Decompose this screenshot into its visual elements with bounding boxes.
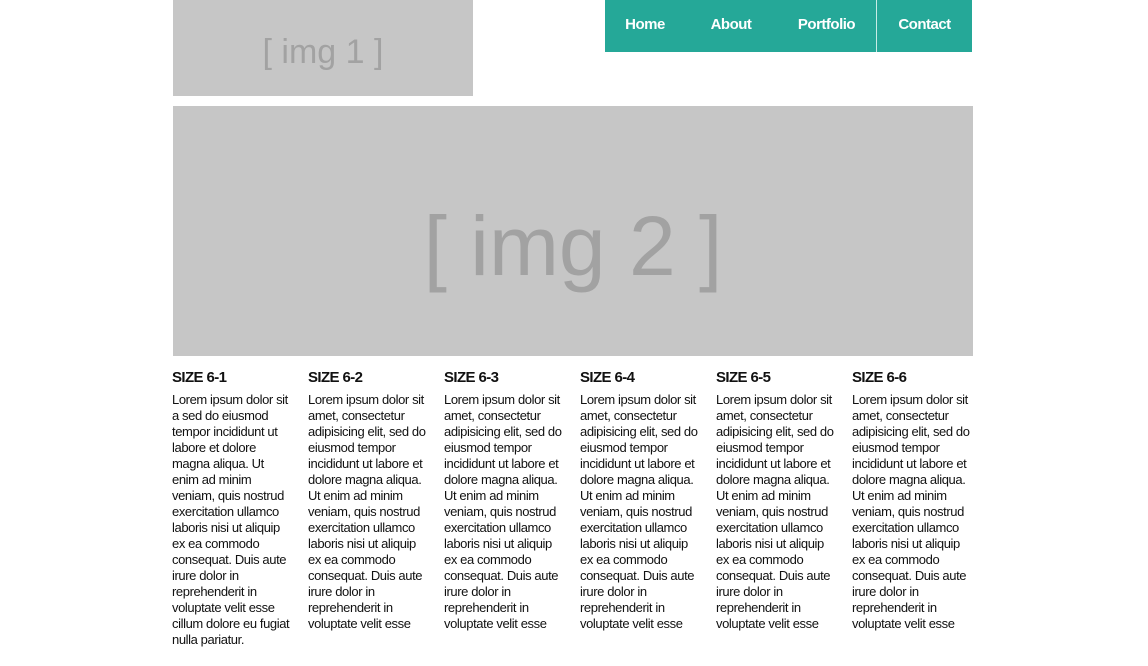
- nav-item-label: Home: [625, 15, 665, 33]
- hero-placeholder-label: [ img 2 ]: [423, 198, 723, 293]
- column-6-5: SIZE 6-5 Lorem ipsum dolor sit amet, con…: [716, 368, 836, 648]
- column-text: Lorem ipsum dolor sit amet, consectetur …: [716, 392, 834, 631]
- content-columns: SIZE 6-1 Lorem ipsum dolor sit a sed do …: [172, 368, 982, 648]
- logo-image-placeholder: [ img 1 ]: [173, 0, 473, 96]
- column-text: Lorem ipsum dolor sit a sed do eiusmod t…: [172, 392, 290, 647]
- column-6-4: SIZE 6-4 Lorem ipsum dolor sit amet, con…: [580, 368, 700, 648]
- nav-item-label: Portfolio: [797, 15, 856, 33]
- column-6-1: SIZE 6-1 Lorem ipsum dolor sit a sed do …: [172, 368, 292, 648]
- logo-placeholder-label: [ img 1 ]: [262, 32, 384, 71]
- column-text: Lorem ipsum dolor sit amet, consectetur …: [852, 392, 970, 631]
- nav-item-label: Contact: [898, 15, 951, 33]
- column-title: SIZE 6-3: [444, 369, 499, 386]
- column-title: SIZE 6-1: [172, 369, 227, 386]
- nav-item-contact[interactable]: Contact: [876, 0, 972, 52]
- column-6-6: SIZE 6-6 Lorem ipsum dolor sit amet, con…: [852, 368, 972, 648]
- column-text: Lorem ipsum dolor sit amet, consectetur …: [444, 392, 562, 631]
- column-title: SIZE 6-2: [308, 369, 363, 386]
- column-title: SIZE 6-4: [580, 369, 635, 386]
- column-6-2: SIZE 6-2 Lorem ipsum dolor sit amet, con…: [308, 368, 428, 648]
- nav-item-about[interactable]: About: [685, 0, 777, 52]
- column-text: Lorem ipsum dolor sit amet, consectetur …: [308, 392, 426, 631]
- nav-item-portfolio[interactable]: Portfolio: [777, 0, 876, 52]
- main-nav: Home About Portfolio Contact: [605, 0, 972, 52]
- column-title: SIZE 6-5: [716, 369, 771, 386]
- column-title: SIZE 6-6: [852, 369, 907, 386]
- column-6-3: SIZE 6-3 Lorem ipsum dolor sit amet, con…: [444, 368, 564, 648]
- column-text: Lorem ipsum dolor sit amet, consectetur …: [580, 392, 698, 631]
- nav-item-label: About: [710, 15, 752, 33]
- hero-image-placeholder: [ img 2 ]: [173, 106, 973, 356]
- nav-item-home[interactable]: Home: [605, 0, 685, 52]
